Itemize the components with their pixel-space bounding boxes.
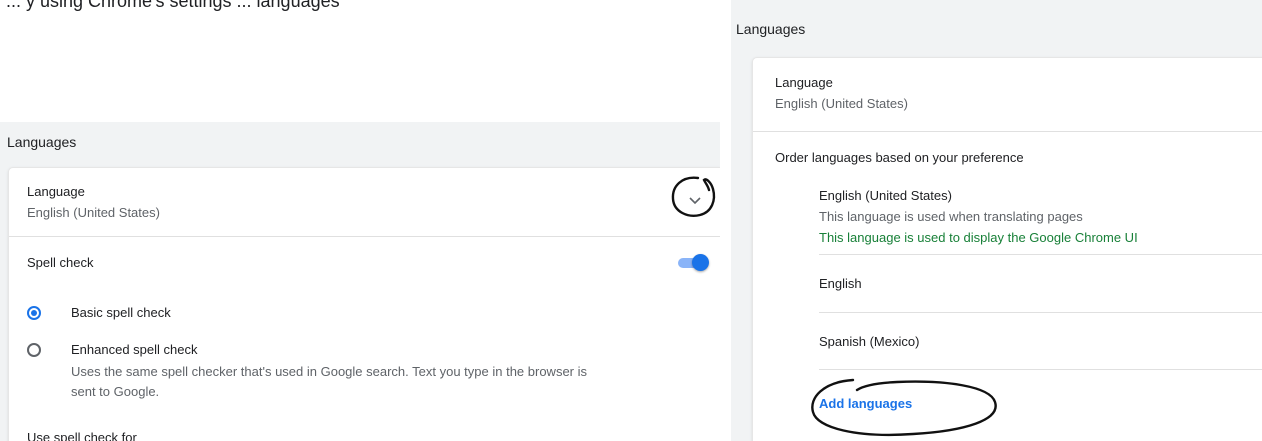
basic-spell-check-label: Basic spell check — [71, 305, 171, 320]
use-spell-check-for-label: Use spell check for — [27, 430, 137, 441]
language-list: English (United States) This language is… — [819, 178, 1262, 370]
language-value: English (United States) — [775, 96, 908, 111]
enhanced-spell-check-label: Enhanced spell check — [71, 342, 198, 357]
right-settings-panel: Languages Language English (United State… — [731, 0, 1262, 441]
language-row[interactable]: Language English (United States) — [9, 168, 720, 236]
list-item[interactable]: English — [819, 255, 1262, 313]
toggle-knob — [692, 254, 709, 271]
ui-language-note: This language is used to display the Goo… — [819, 230, 1138, 245]
section-title: Languages — [7, 134, 77, 150]
spell-check-label: Spell check — [27, 255, 94, 270]
list-item[interactable]: English (United States) This language is… — [819, 178, 1262, 255]
left-settings-panel: Languages Language English (United State… — [0, 122, 720, 441]
spell-check-row: Spell check — [9, 237, 720, 289]
language-name: Spanish (Mexico) — [819, 334, 920, 349]
language-label: Language — [27, 184, 85, 199]
top-caption: ... y using Chrome's settings ... langua… — [6, 0, 340, 11]
languages-card: Language English (United States) Order l… — [753, 58, 1262, 441]
spell-check-toggle[interactable] — [676, 254, 709, 272]
enhanced-spell-check-radio[interactable] — [27, 343, 41, 357]
languages-card: Language English (United States) Spell c… — [9, 168, 720, 441]
list-item[interactable]: Spanish (Mexico) — [819, 313, 1262, 370]
basic-spell-check-radio[interactable] — [27, 306, 41, 320]
ink-oval-annotation — [811, 378, 997, 437]
language-label: Language — [775, 75, 833, 90]
divider — [753, 131, 1262, 132]
enhanced-spell-check-description: Uses the same spell checker that's used … — [71, 364, 588, 399]
language-name: English (United States) — [819, 188, 952, 203]
order-languages-label: Order languages based on your preference — [775, 150, 1024, 165]
language-name: English — [819, 276, 862, 291]
translate-note: This language is used when translating p… — [819, 209, 1083, 224]
language-value: English (United States) — [27, 205, 160, 220]
ink-circle-annotation — [671, 176, 716, 217]
section-title: Languages — [736, 21, 806, 37]
